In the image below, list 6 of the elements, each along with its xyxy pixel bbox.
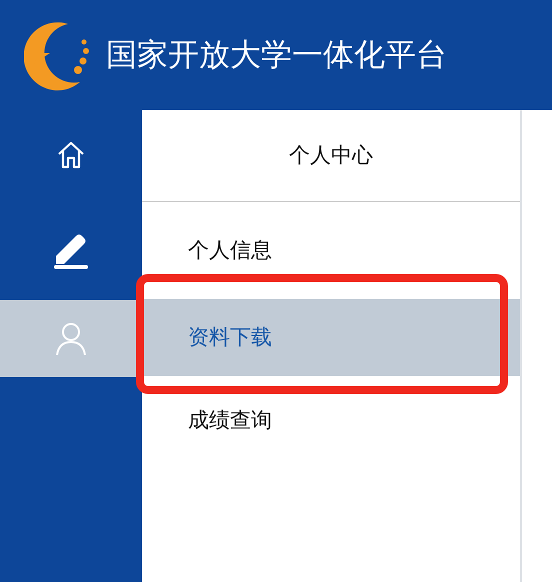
site-title: 国家开放大学一体化平台 — [106, 36, 447, 75]
menu-item[interactable]: 成绩查询 — [142, 376, 520, 466]
user-icon — [55, 322, 87, 356]
menu-item[interactable]: 资料下载 — [142, 299, 520, 376]
menu-item[interactable]: 个人信息 — [142, 202, 520, 299]
panel-title: 个人中心 — [289, 142, 373, 169]
